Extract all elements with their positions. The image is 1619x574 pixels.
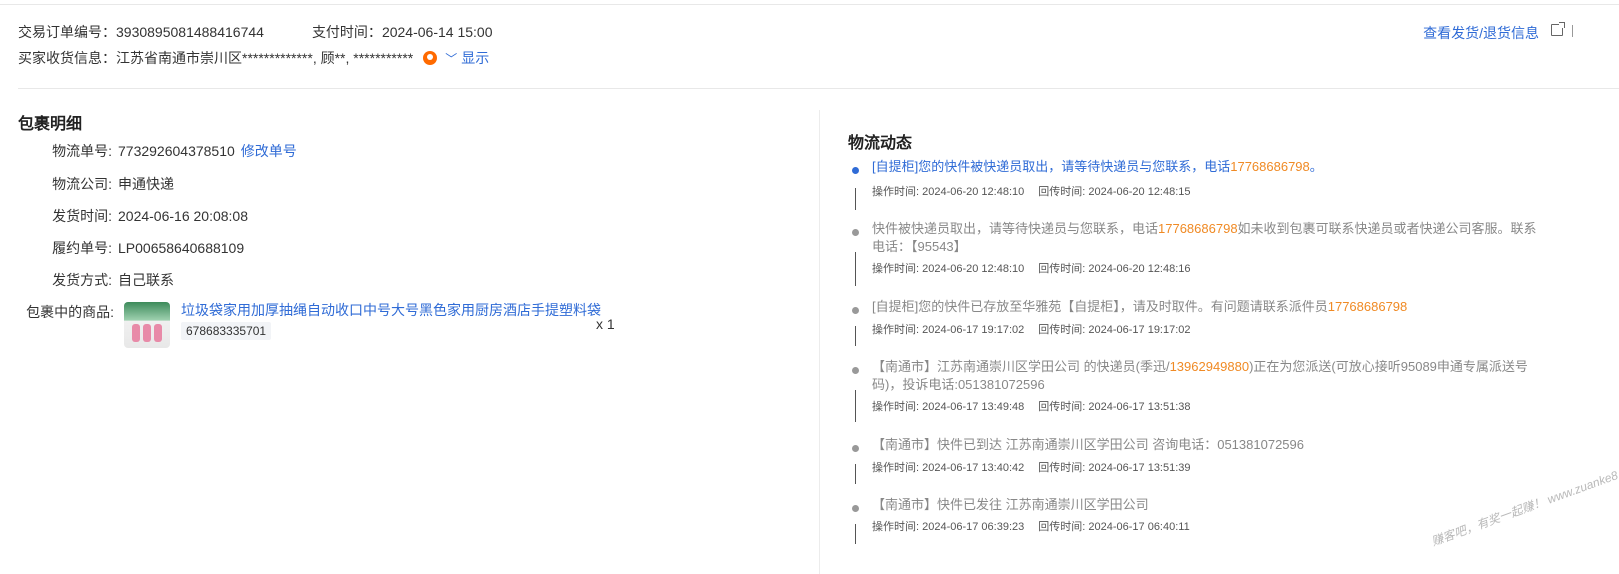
- top-divider: [0, 4, 1619, 5]
- carrier-value: 申通快递: [118, 176, 174, 192]
- event-op-time: 操作时间: 2024-06-17 13:40:42: [872, 462, 1025, 474]
- pay-time-label: 支付时间：: [311, 24, 382, 40]
- detail-row-ship-method: 发货方式: 自己联系: [0, 269, 780, 291]
- goods-label: 包裹中的商品:: [26, 304, 114, 320]
- package-title: 包裹明细: [18, 116, 83, 133]
- ship-method-value: 自己联系: [118, 272, 174, 288]
- buyer-label: 买家收货信息：: [18, 50, 116, 66]
- detail-label: 发货时间:: [52, 208, 112, 224]
- timeline-connector: [855, 524, 856, 544]
- edit-tracking-no-link[interactable]: 修改单号: [241, 141, 297, 161]
- detail-row-fulfillment-no: 履约单号: LP00658640688109: [0, 237, 780, 259]
- event-meta: 操作时间: 2024-06-20 12:48:10 回传时间: 2024-06-2…: [872, 183, 1205, 199]
- event-text-before: 【南通市】快件已到达 江苏南通崇川区学田公司 咨询电话：051381072596: [872, 437, 1304, 452]
- event-text-before: 【南通市】快件已发往 江苏南通崇川区学田公司: [872, 497, 1149, 512]
- logistics-title: 物流动态: [848, 135, 913, 152]
- event-phone: 17768686798: [1158, 221, 1238, 236]
- product-quantity: x 1: [596, 316, 615, 332]
- location-icon[interactable]: [423, 51, 438, 65]
- section-divider: [18, 88, 1619, 89]
- bag-shape: [143, 324, 151, 342]
- event-upload-time: 回传时间: 2024-06-20 12:48:16: [1038, 263, 1191, 275]
- trade-no-label: 交易订单编号：: [18, 24, 116, 40]
- external-link-icon[interactable]: [1551, 22, 1565, 36]
- timeline-dot-icon: [852, 307, 859, 314]
- event-text-before: [自提柜]您的快件已存放至华雅苑【自提柜】，请及时取件。有问题请联系派件员: [872, 299, 1328, 314]
- timeline-connector: [855, 188, 856, 210]
- event-text: [自提柜]您的快件被快递员取出，请等待快递员与您联系，电话17768686798…: [872, 158, 1542, 176]
- tracking-no-value: 773292604378510: [118, 143, 235, 159]
- bag-shape: [154, 324, 162, 342]
- event-upload-time: 回传时间: 2024-06-20 12:48:15: [1038, 186, 1191, 198]
- event-op-time: 操作时间: 2024-06-20 12:48:10: [872, 186, 1025, 198]
- event-upload-time: 回传时间: 2024-06-17 13:51:38: [1038, 401, 1191, 413]
- product-thumbnail[interactable]: [124, 302, 170, 348]
- column-divider: [819, 110, 820, 574]
- event-meta: 操作时间: 2024-06-17 19:17:02 回传时间: 2024-06-1…: [872, 321, 1205, 337]
- show-address-link[interactable]: 显示: [461, 48, 489, 68]
- event-op-time: 操作时间: 2024-06-20 12:48:10: [872, 263, 1025, 275]
- event-meta: 操作时间: 2024-06-17 13:49:48 回传时间: 2024-06-1…: [872, 398, 1205, 414]
- event-op-time: 操作时间: 2024-06-17 06:39:23: [872, 521, 1025, 533]
- detail-row-carrier: 物流公司: 申通快递: [0, 173, 780, 195]
- detail-row-ship-time: 发货时间: 2024-06-16 20:08:08: [0, 205, 780, 227]
- pay-time: 支付时间：2024-06-14 15:00: [312, 22, 493, 42]
- pay-time-value: 2024-06-14 15:00: [381, 24, 493, 40]
- trade-no: 交易订单编号：3930895081488416744: [18, 22, 264, 42]
- detail-row-tracking-no: 物流单号: 773292604378510 修改单号: [0, 140, 780, 162]
- product-id-badge: 678683335701: [181, 322, 272, 340]
- event-phone: 13962949880: [1169, 359, 1250, 374]
- event-op-time: 操作时间: 2024-06-17 13:49:48: [872, 401, 1025, 413]
- product-name-link[interactable]: 垃圾袋家用加厚抽绳自动收口中号大号黑色家用厨房酒店手提塑料袋: [181, 300, 601, 320]
- bag-shape: [132, 324, 140, 342]
- buyer-info-row: 买家收货信息： 江苏省南通市崇川区*************, 顾**, ***…: [18, 48, 489, 68]
- detail-label: 物流单号:: [52, 143, 112, 159]
- timeline-connector: [855, 252, 856, 286]
- timeline-connector: [855, 326, 856, 346]
- toolbar-separator: [1572, 25, 1573, 37]
- event-text: 【南通市】快件已到达 江苏南通崇川区学田公司 咨询电话：051381072596: [872, 436, 1542, 454]
- detail-label: 履约单号:: [52, 240, 112, 256]
- timeline-dot-icon: [852, 229, 859, 236]
- order-info-row: 交易订单编号：3930895081488416744 支付时间：2024-06-…: [18, 22, 540, 42]
- fulfillment-no-value: LP00658640688109: [118, 240, 245, 256]
- timeline-connector: [855, 464, 856, 484]
- event-text-before: 快件被快递员取出，请等待快递员与您联系，电话: [872, 221, 1159, 236]
- timeline-dot-icon: [852, 167, 859, 174]
- event-text: 【南通市】快件已发往 江苏南通崇川区学田公司: [872, 496, 1542, 514]
- event-op-time: 操作时间: 2024-06-17 19:17:02: [872, 324, 1025, 336]
- event-text-after: 。: [1309, 159, 1323, 174]
- event-upload-time: 回传时间: 2024-06-17 06:40:11: [1038, 521, 1190, 533]
- timeline-dot-icon: [852, 505, 859, 512]
- event-text: 【南通市】江苏南通崇川区学田公司 的快递员(季迅/13962949880)正在为…: [872, 358, 1542, 394]
- timeline-dot-icon: [852, 367, 859, 374]
- ship-time-value: 2024-06-16 20:08:08: [118, 208, 248, 224]
- buyer-address: 江苏省南通市崇川区*************, 顾**, ***********: [116, 50, 414, 66]
- event-phone: 17768686798: [1230, 159, 1310, 174]
- event-text-before: [自提柜]您的快件被快递员取出，请等待快递员与您联系，电话: [872, 159, 1231, 174]
- event-text: [自提柜]您的快件已存放至华雅苑【自提柜】，请及时取件。有问题请联系派件员177…: [872, 298, 1542, 316]
- event-upload-time: 回传时间: 2024-06-17 19:17:02: [1038, 324, 1191, 336]
- event-meta: 操作时间: 2024-06-17 13:40:42 回传时间: 2024-06-1…: [872, 459, 1205, 475]
- event-meta: 操作时间: 2024-06-17 06:39:23 回传时间: 2024-06-1…: [872, 518, 1204, 534]
- package-goods: 包裹中的商品: 垃圾袋家用加厚抽绳自动收口中号大号黑色家用厨房酒店手提塑料袋 6…: [0, 300, 780, 350]
- detail-label: 物流公司:: [52, 176, 112, 192]
- view-shipping-return-link[interactable]: 查看发货/退货信息: [1423, 23, 1539, 43]
- event-phone: 17768686798: [1327, 299, 1408, 314]
- timeline-connector: [855, 390, 856, 422]
- timeline-dot-icon: [852, 445, 859, 452]
- event-text: 快件被快递员取出，请等待快递员与您联系，电话17768686798如未收到包裹可…: [872, 220, 1542, 256]
- event-upload-time: 回传时间: 2024-06-17 13:51:39: [1038, 462, 1191, 474]
- detail-label: 发货方式:: [52, 272, 112, 288]
- chevron-down-icon[interactable]: ﹀: [445, 50, 457, 67]
- event-text-before: 【南通市】江苏南通崇川区学田公司 的快递员(季迅/: [872, 359, 1170, 374]
- trade-no-value: 3930895081488416744: [116, 24, 264, 40]
- event-meta: 操作时间: 2024-06-20 12:48:10 回传时间: 2024-06-2…: [872, 260, 1205, 276]
